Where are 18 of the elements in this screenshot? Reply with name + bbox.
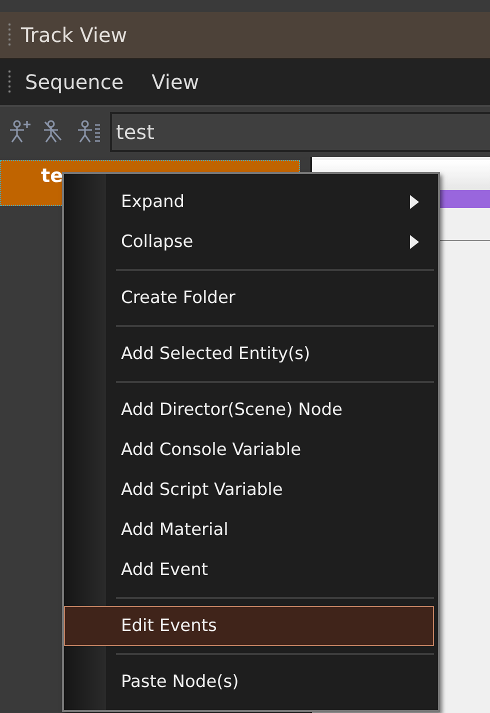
- menu-item[interactable]: Expand: [64, 182, 434, 222]
- menu-item[interactable]: Add Material: [64, 510, 434, 550]
- menu-item[interactable]: Create Folder: [64, 278, 434, 318]
- menu-item[interactable]: View: [138, 70, 214, 94]
- search-field[interactable]: test: [110, 112, 490, 152]
- submenu-arrow-icon: [410, 235, 419, 249]
- menu-item[interactable]: Add Console Variable: [64, 430, 434, 470]
- menu-item[interactable]: Sequence: [11, 70, 138, 94]
- entity-list-icon[interactable]: [76, 119, 102, 145]
- window-title: Track View: [21, 23, 128, 47]
- menu-item[interactable]: Add Director(Scene) Node: [64, 390, 434, 430]
- menu-item[interactable]: Paste Node(s): [64, 662, 434, 702]
- menu-item[interactable]: Edit Events: [64, 606, 434, 646]
- menu-item[interactable]: Add Script Variable: [64, 470, 434, 510]
- menu-item[interactable]: Add Event: [64, 550, 434, 590]
- menu-item[interactable]: Add Selected Entity(s): [64, 334, 434, 374]
- menu-item[interactable]: Collapse: [64, 222, 434, 262]
- submenu-arrow-icon: [410, 195, 419, 209]
